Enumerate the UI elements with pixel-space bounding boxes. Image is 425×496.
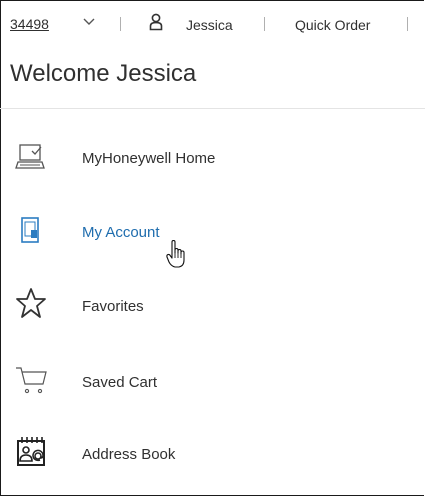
user-icon: [149, 13, 163, 31]
separator: [264, 17, 265, 31]
top-bar: 34498 Jessica Quick Order: [0, 0, 425, 40]
cart-icon: [16, 367, 47, 394]
quick-order-link[interactable]: Quick Order: [295, 17, 370, 33]
menu-item-myhoneywell-home[interactable]: MyHoneywell Home: [0, 134, 425, 184]
star-icon: [16, 288, 46, 318]
menu-item-label: Saved Cart: [82, 374, 158, 391]
account-number-link[interactable]: 34498: [10, 16, 49, 32]
menu-item-saved-cart[interactable]: Saved Cart: [0, 356, 425, 406]
menu-item-label: My Account: [82, 224, 160, 241]
menu-item-address-book[interactable]: Address Book: [0, 428, 425, 478]
tablet-user-icon: [21, 217, 39, 243]
address-book-icon: [17, 437, 45, 466]
separator: [120, 17, 121, 31]
user-name-link[interactable]: Jessica: [186, 17, 233, 33]
welcome-heading: Welcome Jessica: [10, 60, 197, 87]
menu-item-label: MyHoneywell Home: [82, 150, 216, 167]
menu-item-my-account[interactable]: My Account: [0, 210, 425, 260]
hand-cursor-icon: [166, 240, 185, 268]
divider: [0, 108, 425, 109]
menu-item-label: Address Book: [82, 446, 176, 463]
separator: [407, 17, 408, 31]
laptop-check-icon: [15, 144, 45, 169]
chevron-down-icon[interactable]: [82, 14, 96, 28]
menu-item-favorites[interactable]: Favorites: [0, 280, 425, 330]
menu-item-label: Favorites: [82, 298, 144, 315]
